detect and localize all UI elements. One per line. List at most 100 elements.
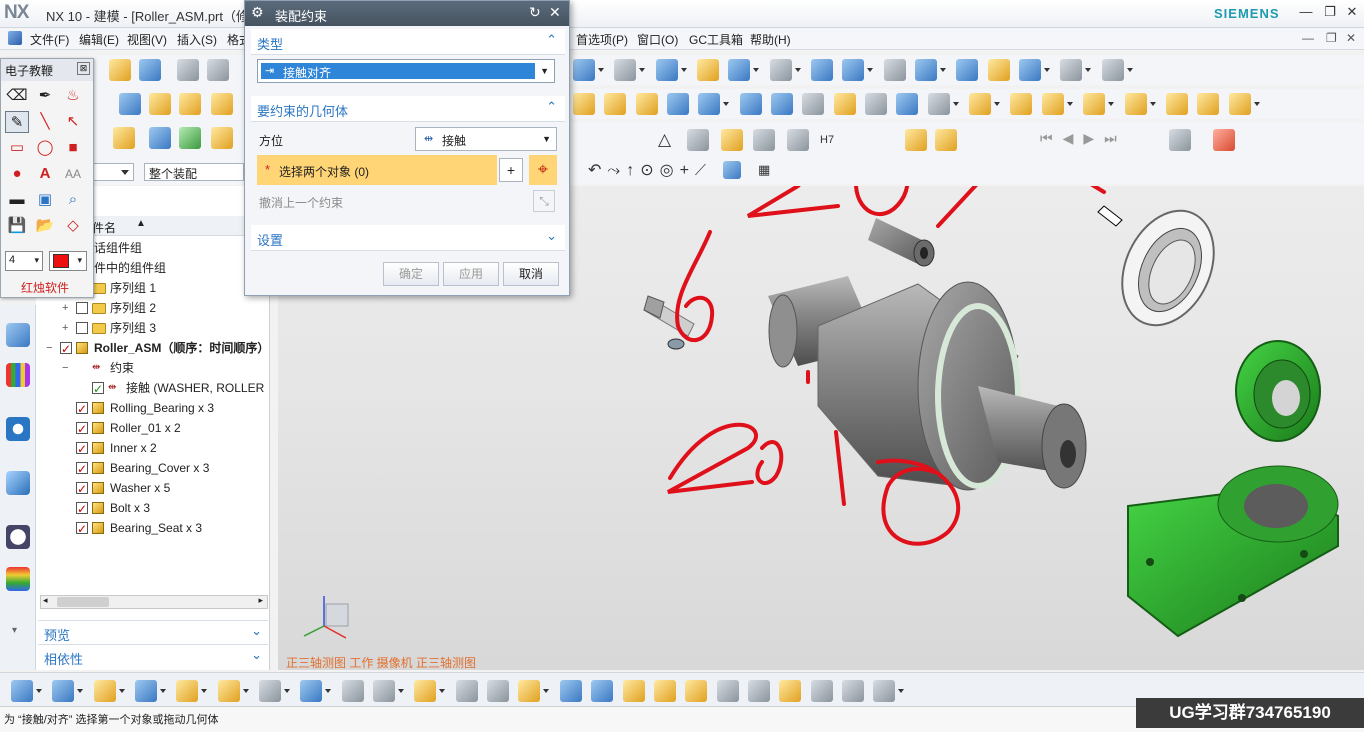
visibility-checkbox[interactable] — [76, 399, 88, 419]
orientation-dropdown[interactable]: ⇹ 接触 ▼ — [415, 127, 557, 151]
text-tool-icon[interactable]: A — [33, 163, 57, 185]
surface-icon[interactable] — [739, 93, 762, 115]
annotation-icon[interactable] — [300, 680, 323, 702]
paint-bucket-icon[interactable]: ♨ — [61, 85, 85, 107]
visibility-checkbox[interactable] — [92, 379, 104, 399]
constraint-type-dropdown[interactable]: ⇥ 接触对齐 ▼ — [257, 59, 555, 83]
shaded-view-icon[interactable] — [614, 59, 637, 81]
menu-edit[interactable]: 编辑(E) — [79, 31, 119, 48]
layer-icon[interactable] — [217, 680, 240, 702]
tree-row[interactable]: + 序列组 2 — [36, 298, 268, 318]
hide-icon[interactable] — [93, 680, 116, 702]
point-select-button[interactable]: ⌖ — [529, 155, 557, 185]
dropper-icon[interactable]: ✒ — [33, 85, 57, 107]
tree-row[interactable]: − ⇹ 约束 — [36, 358, 268, 378]
interference-icon[interactable] — [716, 680, 739, 702]
blend-icon[interactable] — [896, 93, 919, 115]
sort-ascending-icon[interactable]: ▲ — [136, 218, 146, 229]
cone-icon[interactable] — [179, 93, 201, 115]
menu-window[interactable]: 窗口(O) — [637, 31, 678, 48]
preview-section[interactable]: 预览 ⌄ — [38, 620, 268, 643]
scroll-right-icon[interactable]: ▸ — [258, 595, 263, 606]
doc-restore-button[interactable]: ❐ — [1326, 31, 1337, 45]
layer-settings-icon[interactable] — [883, 59, 906, 81]
drawing-sheet-icon[interactable] — [753, 129, 775, 151]
type-section-header[interactable]: 类型 ⌃ — [251, 29, 565, 55]
extrude-icon[interactable] — [573, 93, 595, 115]
replace-component-icon[interactable] — [1083, 93, 1106, 115]
column-header-name[interactable]: 件名 — [92, 219, 116, 236]
background-icon[interactable] — [769, 59, 792, 81]
brush-icon[interactable] — [787, 129, 809, 151]
assembly-navigator-icon[interactable] — [6, 323, 30, 347]
snap-point-icons[interactable]: ↶⤳↑⊙◎+⟋ — [588, 160, 712, 180]
move-icon[interactable] — [559, 680, 582, 702]
tree-row[interactable]: Washer x 5 — [36, 478, 268, 499]
web-browser-icon[interactable] — [6, 417, 30, 441]
visibility-checkbox[interactable] — [76, 419, 88, 439]
tree-row[interactable]: + 序列组 3 — [36, 318, 268, 338]
sequence-icon[interactable] — [1228, 93, 1251, 115]
link-icon[interactable] — [779, 680, 802, 702]
save-icon[interactable] — [139, 59, 161, 81]
snap-icon[interactable] — [591, 680, 614, 702]
settings-section-header[interactable]: 设置 ⌄ — [251, 225, 565, 251]
expand-toggle-icon[interactable]: + — [62, 318, 68, 338]
assembly-arrange-icon[interactable] — [935, 129, 957, 151]
menu-help[interactable]: 帮助(H) — [750, 31, 791, 48]
reset-icon[interactable]: ↻ — [529, 4, 541, 21]
playback-controls[interactable]: ⏮◀▶⏭ — [1040, 130, 1127, 147]
grid-snap-icon[interactable]: ▦ — [758, 162, 770, 178]
snap-more-icon[interactable] — [723, 161, 741, 179]
orient-view-icon[interactable] — [728, 59, 751, 81]
bearing-cover-part[interactable] — [1235, 340, 1321, 442]
line-width-icon[interactable]: ▬ — [5, 189, 29, 211]
visibility-icon[interactable] — [259, 680, 282, 702]
scope-dropdown[interactable]: 整个装配 — [144, 163, 244, 181]
assembly-tool-icon[interactable] — [211, 127, 233, 149]
pattern-component-icon[interactable] — [653, 680, 676, 702]
dialog-title-bar[interactable]: ⚙ 装配约束 ↻ ✕ — [245, 1, 569, 26]
open-folder-icon[interactable]: 📂 — [33, 215, 57, 237]
visibility-checkbox[interactable] — [76, 459, 88, 479]
filter-dropdown[interactable] — [88, 163, 134, 181]
visibility-checkbox[interactable] — [76, 439, 88, 459]
pen-icon[interactable]: ✎ — [5, 111, 29, 133]
menu-insert[interactable]: 插入(S) — [177, 31, 217, 48]
table-icon[interactable] — [687, 129, 709, 151]
tree-row[interactable]: Rolling_Bearing x 3 — [36, 398, 268, 419]
expand-toggle-icon[interactable]: − — [46, 338, 52, 358]
camera-icon[interactable] — [1169, 129, 1191, 151]
apply-button[interactable]: 应用 — [443, 262, 499, 286]
copy-icon[interactable] — [207, 59, 229, 81]
roller-part[interactable] — [768, 276, 1087, 491]
line-width-dropdown[interactable]: 4 ▾ — [5, 251, 43, 271]
sweep-icon[interactable] — [635, 93, 658, 115]
tree-icon[interactable] — [841, 680, 864, 702]
zoom-icon[interactable]: ⌕ — [61, 189, 85, 211]
filter-icon[interactable] — [455, 680, 478, 702]
eraser-icon[interactable]: ⌫ — [5, 85, 29, 107]
add-constraint-icon[interactable] — [518, 680, 541, 702]
tree-row[interactable]: Bearing_Cover x 3 — [36, 458, 268, 479]
grid-add-icon[interactable] — [721, 129, 743, 151]
undo-last-constraint[interactable]: 撤消上一个约束 — [259, 194, 343, 211]
mirror-assembly-icon[interactable] — [1041, 93, 1064, 115]
undo-constraint-icon[interactable]: ⤡ — [533, 190, 555, 212]
bearing-part[interactable] — [1105, 196, 1232, 340]
screen-capture-icon[interactable]: ▣ — [33, 189, 57, 211]
app-menu-icon[interactable] — [8, 31, 22, 45]
triangle-icon[interactable]: △ — [658, 130, 671, 150]
cancel-button[interactable]: 取消 — [503, 262, 559, 286]
font-size-icon[interactable]: AA — [61, 163, 85, 185]
assembly-icon[interactable] — [905, 129, 927, 151]
sphere-icon[interactable] — [211, 93, 233, 115]
analysis-icon[interactable] — [987, 59, 1010, 81]
visibility-checkbox[interactable] — [76, 479, 88, 499]
bearing-seat-part[interactable] — [1127, 465, 1339, 638]
measure-icon[interactable] — [11, 680, 33, 702]
tree-row[interactable]: Bearing_Seat x 3 — [36, 518, 268, 539]
restore-button[interactable]: ❐ — [1320, 4, 1340, 22]
cut-icon[interactable] — [177, 59, 199, 81]
expand-toggle-icon[interactable]: + — [62, 298, 68, 318]
